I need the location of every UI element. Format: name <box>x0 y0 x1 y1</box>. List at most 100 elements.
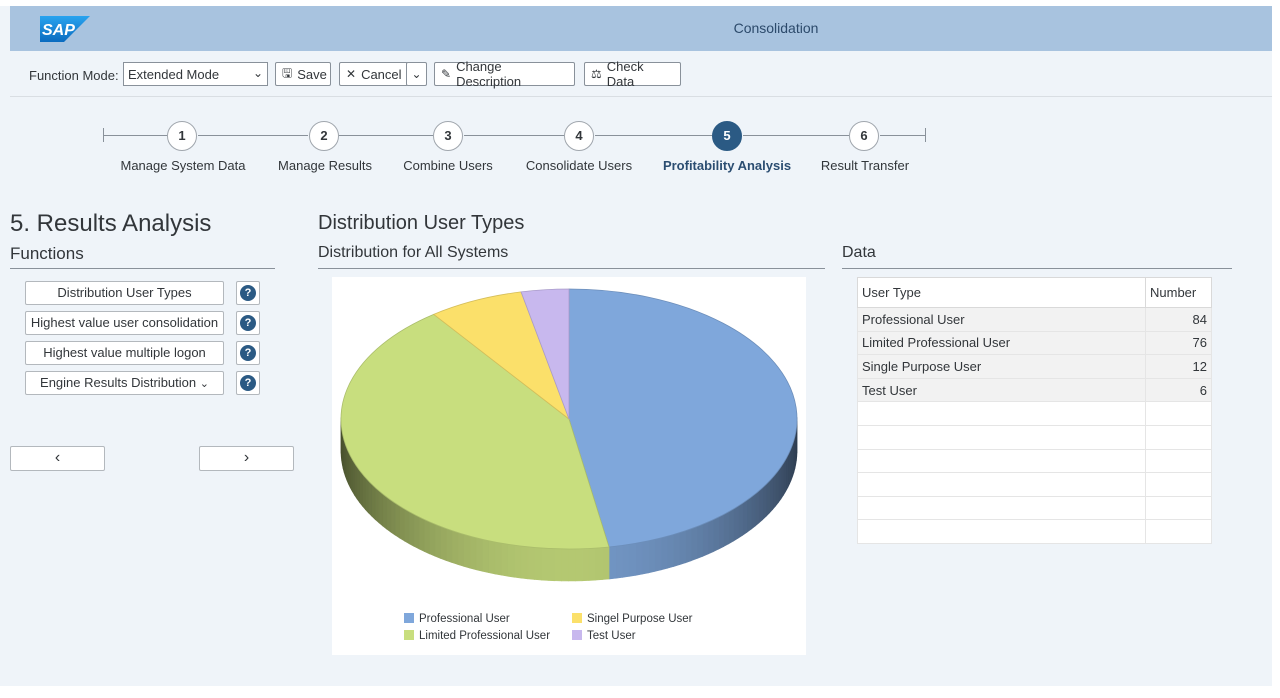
pie-side-segment <box>457 532 465 567</box>
pie-side-segment <box>588 547 596 581</box>
pie-side-segment <box>737 502 743 539</box>
pie-side-segment <box>534 547 542 581</box>
roadmap-step-2-label[interactable]: Manage Results <box>278 158 372 173</box>
engine-results-distribution-button[interactable]: Engine Results Distribution ⌄ <box>25 371 224 395</box>
pie-side-segment <box>723 511 729 548</box>
cell-user-type: Test User <box>857 377 1146 403</box>
pie-side-segment <box>561 548 569 582</box>
help-button[interactable]: ? <box>236 371 260 395</box>
pie-side-segment <box>679 530 686 566</box>
pie-side-segment <box>769 476 774 514</box>
legend-swatch <box>572 613 582 623</box>
pie-side-segment <box>628 542 636 577</box>
roadmap-step-6-label[interactable]: Result Transfer <box>821 158 909 173</box>
pie-side-segment <box>374 486 380 524</box>
pie-side-segment <box>765 480 770 517</box>
column-header-user-type[interactable]: User Type <box>857 277 1146 308</box>
pie-side-segment <box>581 548 590 582</box>
roadmap-connector <box>743 135 849 136</box>
table-row-empty[interactable] <box>857 519 1212 544</box>
pie-side-segment <box>520 545 529 580</box>
pie-side-segment <box>399 505 405 542</box>
pie-side-segment <box>685 528 692 564</box>
table-row[interactable]: Limited Professional User 76 <box>857 330 1212 356</box>
table-row[interactable]: Test User 6 <box>857 377 1212 403</box>
help-button[interactable]: ? <box>236 341 260 365</box>
bottom-strip <box>0 686 1280 698</box>
pie-side-segment <box>778 465 782 504</box>
legend-item-test-user: Test User <box>572 630 636 642</box>
roadmap-step-3-label[interactable]: Combine Users <box>403 158 493 173</box>
pie-side-segment <box>707 519 714 555</box>
roadmap-step-5[interactable]: 5 <box>712 121 742 151</box>
cancel-dropdown-button[interactable]: ⌄ <box>406 62 427 86</box>
cell-user-type: Limited Professional User <box>857 330 1146 356</box>
table-row-empty[interactable] <box>857 424 1212 450</box>
pie-side-segment <box>754 490 760 527</box>
table-row-empty[interactable] <box>857 448 1212 474</box>
help-icon: ? <box>240 345 256 361</box>
pie-side-segment <box>445 528 453 563</box>
pie-side-segment <box>733 505 739 542</box>
pie-side-segment <box>404 508 410 545</box>
save-label: Save <box>297 66 327 82</box>
save-button[interactable]: 🖫 Save <box>275 62 331 86</box>
roadmap-step-4-label[interactable]: Consolidate Users <box>526 158 632 173</box>
help-button[interactable]: ? <box>236 311 260 335</box>
next-button[interactable]: › <box>199 446 294 471</box>
pie-side-segment <box>475 537 483 572</box>
column-header-number[interactable]: Number <box>1145 277 1212 308</box>
pie-side-segment <box>673 532 680 567</box>
balance-scale-icon: ⚖ <box>591 67 602 81</box>
roadmap-step-1[interactable]: 1 <box>167 121 197 151</box>
edit-icon: ✎ <box>441 67 452 81</box>
pie-side-segment <box>648 539 656 574</box>
check-data-button[interactable]: ⚖ Check Data <box>584 59 681 89</box>
table-row-empty[interactable] <box>857 401 1212 426</box>
legend-swatch <box>572 630 582 640</box>
pie-side-segment <box>654 537 662 572</box>
cell-user-type: Professional User <box>857 307 1146 332</box>
change-description-button[interactable]: ✎ Change Description <box>434 59 575 89</box>
pie-side-segment <box>746 496 752 533</box>
help-icon: ? <box>240 375 256 391</box>
table-row[interactable]: Single Purpose User 12 <box>857 354 1212 379</box>
chart-subtitle: Distribution for All Systems <box>318 244 509 261</box>
roadmap-step-6[interactable]: 6 <box>849 121 879 151</box>
pie-side-segment <box>378 490 384 527</box>
pie-side-segment <box>718 514 724 550</box>
legend-label: Test User <box>587 630 636 642</box>
help-button[interactable]: ? <box>236 281 260 305</box>
table-row-empty[interactable] <box>857 472 1212 497</box>
roadmap-step-1-label[interactable]: Manage System Data <box>120 158 245 173</box>
close-icon: ✕ <box>346 67 357 81</box>
pie-chart-svg <box>340 288 798 582</box>
previous-button[interactable]: ‹ <box>10 446 105 471</box>
save-icon: 🖫 <box>282 65 293 80</box>
cell-number: 12 <box>1145 354 1212 379</box>
table-row[interactable]: Professional User 84 <box>857 307 1212 332</box>
table-row-empty[interactable] <box>857 495 1212 521</box>
pie-side-segment <box>574 548 583 582</box>
toolbar: Function Mode: Extended Mode ⌄ 🖫 Save ✕ … <box>10 57 1272 93</box>
chevron-left-icon: ‹ <box>54 449 61 466</box>
highest-value-multiple-logon-button[interactable]: Highest value multiple logon <box>25 341 224 365</box>
pie-side-segment <box>362 473 366 511</box>
data-heading: Data <box>842 244 876 261</box>
function-mode-select[interactable]: Extended Mode ⌄ <box>123 62 268 86</box>
roadmap-connector <box>464 135 564 136</box>
roadmap-step-4[interactable]: 4 <box>564 121 594 151</box>
highest-value-user-consolidation-button[interactable]: Highest value user consolidation <box>25 311 224 335</box>
roadmap-step-2[interactable]: 2 <box>309 121 339 151</box>
cell-user-type: Single Purpose User <box>857 354 1146 379</box>
roadmap-end-cap <box>925 128 926 142</box>
cancel-button[interactable]: ✕ Cancel <box>339 62 408 86</box>
pie-side-segment <box>463 533 471 569</box>
legend-label: Limited Professional User <box>419 630 551 642</box>
pie-side-segment <box>622 544 630 578</box>
empty-cell <box>1145 519 1212 544</box>
distribution-user-types-button[interactable]: Distribution User Types <box>25 281 224 305</box>
roadmap-step-5-label[interactable]: Profitability Analysis <box>663 158 791 173</box>
roadmap-step-3[interactable]: 3 <box>433 121 463 151</box>
pie-side-segment <box>352 458 355 497</box>
